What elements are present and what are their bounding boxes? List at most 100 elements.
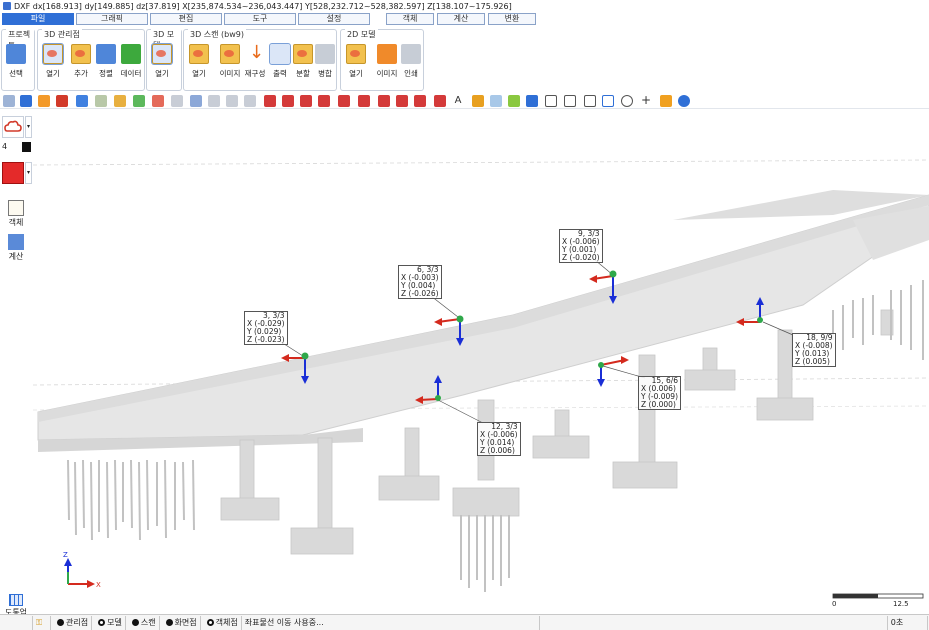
tab-file[interactable]: 파일 xyxy=(2,13,74,25)
zoom-box-icon[interactable] xyxy=(76,95,88,107)
tab-object[interactable]: 객체 xyxy=(386,13,434,25)
cloud-tool-dropdown[interactable]: ▾ xyxy=(25,116,32,138)
points-icon[interactable] xyxy=(526,95,538,107)
annotation-9: 9, 3/3 X (-0.006) Y (0.001) Z (-0.020) xyxy=(559,229,603,263)
annotation-3-z: Z (-0.023) xyxy=(247,335,285,344)
tab-calc[interactable]: 계산 xyxy=(437,13,485,25)
tab-edit[interactable]: 편집 xyxy=(150,13,222,25)
fish-icon[interactable] xyxy=(114,95,126,107)
window-title: DXF dx[168.913] dy[149.885] dz[37.819] X… xyxy=(14,1,512,11)
color-dropdown[interactable]: ▾ xyxy=(25,162,32,184)
calc-button[interactable]: 계산 xyxy=(3,234,29,262)
merge-icon xyxy=(315,44,335,64)
view-front-icon[interactable] xyxy=(264,95,276,107)
pin-icon[interactable] xyxy=(472,95,484,107)
view-left-icon[interactable] xyxy=(300,95,312,107)
rings-icon[interactable] xyxy=(621,95,633,107)
annotation-6-z: Z (-0.026) xyxy=(401,289,439,298)
rotate-icon[interactable] xyxy=(38,95,50,107)
text-tool-icon[interactable]: A xyxy=(452,95,464,107)
printer-icon xyxy=(269,43,291,65)
status-toggle-model[interactable]: 모델 xyxy=(92,615,126,630)
manage-align-button[interactable]: 정렬 xyxy=(93,44,119,79)
status-drawing xyxy=(0,615,33,630)
model-open-button[interactable]: 열기 xyxy=(149,43,175,79)
hand-icon[interactable] xyxy=(660,95,672,107)
scan-merge-button[interactable]: 병합 xyxy=(312,44,338,79)
tab-settings[interactable]: 설정 xyxy=(298,13,370,25)
scan-merge-label: 병합 xyxy=(318,69,332,78)
reconstruct-arrow-icon xyxy=(245,42,265,64)
status-toggle-object[interactable]: 객체점 xyxy=(201,615,242,630)
view-iso4-icon[interactable] xyxy=(434,95,446,107)
annotation-6: 6, 3/3 X (-0.003) Y (0.004) Z (-0.026) xyxy=(398,265,442,299)
3d-viewport[interactable]: 3, 3/3 X (-0.029) Y (0.029) Z (-0.023) 6, 3… xyxy=(33,110,929,614)
group-2d-model: 2D 모델 열기 이미지 인쇄 xyxy=(340,29,424,91)
circle-icon[interactable] xyxy=(152,95,164,107)
view-bottom-icon[interactable] xyxy=(358,95,370,107)
group-project: 프로젝트 선택 xyxy=(1,29,35,91)
zoom-out-icon[interactable] xyxy=(226,95,238,107)
annotation-15-z: Z (0.000) xyxy=(641,400,676,409)
color-button[interactable] xyxy=(2,162,24,184)
view-back-icon[interactable] xyxy=(282,95,294,107)
view-top-icon[interactable] xyxy=(338,95,350,107)
eraser-icon[interactable] xyxy=(490,95,502,107)
square-icon[interactable] xyxy=(564,95,576,107)
model2d-open-button[interactable]: 열기 xyxy=(343,44,369,79)
model2d-open-label: 열기 xyxy=(349,69,363,78)
object-label: 객체 xyxy=(8,218,24,227)
cube-icon[interactable] xyxy=(545,95,557,107)
scan-output-label: 출력 xyxy=(273,69,287,78)
tab-convert[interactable]: 변환 xyxy=(488,13,536,25)
scan-reconstruct-button[interactable]: 재구성 xyxy=(242,42,268,79)
select-icon[interactable] xyxy=(20,95,32,107)
model2d-print-button[interactable]: 인쇄 xyxy=(398,44,424,79)
annotation-12: 12, 3/3 X (-0.006) Y (0.014) Z (0.006) xyxy=(477,422,521,456)
manage-add-button[interactable]: 추가 xyxy=(68,44,94,79)
object-button[interactable]: 객체 xyxy=(3,200,29,228)
select-project-button[interactable]: 선택 xyxy=(3,44,29,79)
scan-image-button[interactable]: 이미지 xyxy=(217,44,243,79)
zoom-reset-icon[interactable] xyxy=(244,95,256,107)
help-icon[interactable] xyxy=(678,95,690,107)
status-toggle-screen[interactable]: 화면점 xyxy=(160,615,201,630)
group-3d-scan: 3D 스캔 (bw9) 열기 이미지 재구성 출력 분할 xyxy=(183,29,337,91)
layer-color-swatch[interactable] xyxy=(22,142,31,152)
annotation-12-z: Z (0.006) xyxy=(480,446,515,455)
zoom-icon[interactable] xyxy=(190,95,202,107)
status-toggle-scan[interactable]: 스캔 xyxy=(126,615,160,630)
key-icon[interactable]: ⚿ xyxy=(33,615,51,630)
plus-icon[interactable]: + xyxy=(640,94,652,107)
cloud-icon[interactable] xyxy=(95,95,107,107)
view-iso2-icon[interactable] xyxy=(396,95,408,107)
target-icon[interactable] xyxy=(56,95,68,107)
layers-icon[interactable] xyxy=(3,95,15,107)
layer-value: 4 xyxy=(2,142,8,151)
status-toggle-manage[interactable]: 관리점 xyxy=(51,615,93,630)
scan-open-button[interactable]: 열기 xyxy=(186,44,212,79)
grid-zoom-icon[interactable] xyxy=(171,95,183,107)
dimension-icon[interactable] xyxy=(602,95,614,107)
view-iso-icon[interactable] xyxy=(378,95,390,107)
group-2d-model-title: 2D 모델 xyxy=(345,29,378,40)
manage-open-button[interactable]: 열기 xyxy=(40,43,66,79)
print-icon xyxy=(401,44,421,64)
marker-15[interactable] xyxy=(597,356,629,387)
view-right-icon[interactable] xyxy=(318,95,330,107)
cloud-icon xyxy=(4,120,22,132)
status-message: 좌표물선 이동 사용중... xyxy=(242,615,540,630)
measure-icon[interactable] xyxy=(584,95,596,107)
cloud-tool-button[interactable] xyxy=(2,116,24,138)
view-iso3-icon[interactable] xyxy=(414,95,426,107)
zoom-in-icon[interactable] xyxy=(208,95,220,107)
scan-open-label: 열기 xyxy=(192,69,206,78)
manage-data-button[interactable]: 데이터 xyxy=(118,44,144,79)
tab-graphic[interactable]: 그래픽 xyxy=(76,13,148,25)
tab-tools[interactable]: 도구 xyxy=(224,13,296,25)
android-icon xyxy=(121,44,141,64)
ground-icon[interactable] xyxy=(133,95,145,107)
manage-data-label: 데이터 xyxy=(120,69,142,78)
model2d-image-button[interactable]: 이미지 xyxy=(374,44,400,79)
brush-icon[interactable] xyxy=(508,95,520,107)
